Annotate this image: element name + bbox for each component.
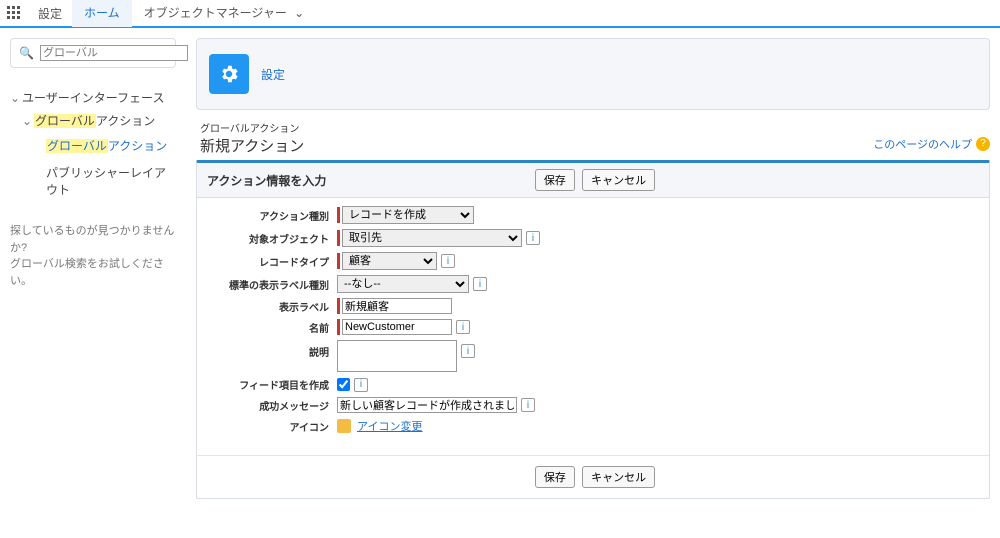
label-name: 名前 <box>207 320 337 335</box>
info-icon[interactable]: i <box>354 378 368 392</box>
info-icon[interactable]: i <box>456 320 470 334</box>
required-indicator-icon <box>337 230 340 246</box>
required-indicator-icon <box>337 207 340 223</box>
tree-leaf-global-actions[interactable]: グローバルアクション <box>46 132 176 159</box>
tree-leaf-publisher-layouts[interactable]: パブリッシャーレイアウト <box>46 159 176 203</box>
select-standard-label-type[interactable]: --なし-- <box>337 275 469 293</box>
checkbox-create-feed-item[interactable] <box>337 378 350 391</box>
app-launcher-icon[interactable] <box>0 0 28 27</box>
info-icon[interactable]: i <box>526 231 540 245</box>
cancel-button-bottom[interactable]: キャンセル <box>582 466 655 488</box>
change-icon-link[interactable]: アイコン変更 <box>357 418 422 434</box>
search-icon: 🔍 <box>19 46 34 60</box>
select-target-object[interactable]: 取引先 <box>342 229 522 247</box>
label-target-object: 対象オブジェクト <box>207 231 337 246</box>
info-icon[interactable]: i <box>521 398 535 412</box>
select-action-type[interactable]: レコードを作成 <box>342 206 474 224</box>
save-button-top[interactable]: 保存 <box>535 169 575 191</box>
tab-object-manager-label: オブジェクトマネージャー <box>144 6 287 20</box>
chevron-down-icon: ⌄ <box>294 6 304 20</box>
page-title: 新規アクション <box>200 135 990 156</box>
app-name: 設定 <box>28 5 72 22</box>
form-section-title: アクション情報を入力 <box>207 172 464 189</box>
sidebar-hint: 探しているものが見つかりませんか? グローバル検索をお試しください。 <box>10 223 176 289</box>
sidebar-search-input[interactable] <box>40 45 188 61</box>
required-indicator-icon <box>337 298 340 314</box>
info-icon[interactable]: i <box>441 254 455 268</box>
label-record-type: レコードタイプ <box>207 254 337 269</box>
gear-icon <box>209 54 249 94</box>
label-success-message: 成功メッセージ <box>207 398 337 413</box>
textarea-description[interactable] <box>337 340 457 372</box>
required-indicator-icon <box>337 253 340 269</box>
save-button-bottom[interactable]: 保存 <box>535 466 575 488</box>
input-name[interactable] <box>342 319 452 335</box>
info-icon[interactable]: i <box>461 344 475 358</box>
label-standard-label-type: 標準の表示ラベル種別 <box>207 277 337 292</box>
tree-root-ui[interactable]: ⌄ ユーザーインターフェース <box>10 86 176 109</box>
label-create-feed-item: フィード項目を作成 <box>207 377 337 392</box>
page-header: 設定 <box>196 38 990 110</box>
tab-object-manager[interactable]: オブジェクトマネージャー ⌄ <box>132 0 317 27</box>
account-object-icon <box>337 419 351 433</box>
label-action-type: アクション種別 <box>207 208 337 223</box>
info-icon[interactable]: i <box>473 277 487 291</box>
chevron-down-icon: ⌄ <box>22 114 34 128</box>
label-icon: アイコン <box>207 419 337 434</box>
help-link[interactable]: このページのヘルプ ? <box>873 136 990 152</box>
select-record-type[interactable]: 顧客 <box>342 252 437 270</box>
required-indicator-icon <box>337 319 340 335</box>
tree-item-global-actions[interactable]: ⌄ グローバルアクション <box>22 109 176 132</box>
input-display-label[interactable] <box>342 298 452 314</box>
input-success-message[interactable] <box>337 397 517 413</box>
help-icon: ? <box>976 137 990 151</box>
cancel-button-top[interactable]: キャンセル <box>582 169 655 191</box>
label-description: 説明 <box>207 340 337 359</box>
breadcrumb: グローバルアクション <box>200 120 990 135</box>
tab-home[interactable]: ホーム <box>72 0 132 27</box>
sidebar-search[interactable]: 🔍 <box>10 38 176 68</box>
chevron-down-icon: ⌄ <box>10 91 22 105</box>
label-display-label: 表示ラベル <box>207 299 337 314</box>
header-banner-title[interactable]: 設定 <box>261 66 285 83</box>
